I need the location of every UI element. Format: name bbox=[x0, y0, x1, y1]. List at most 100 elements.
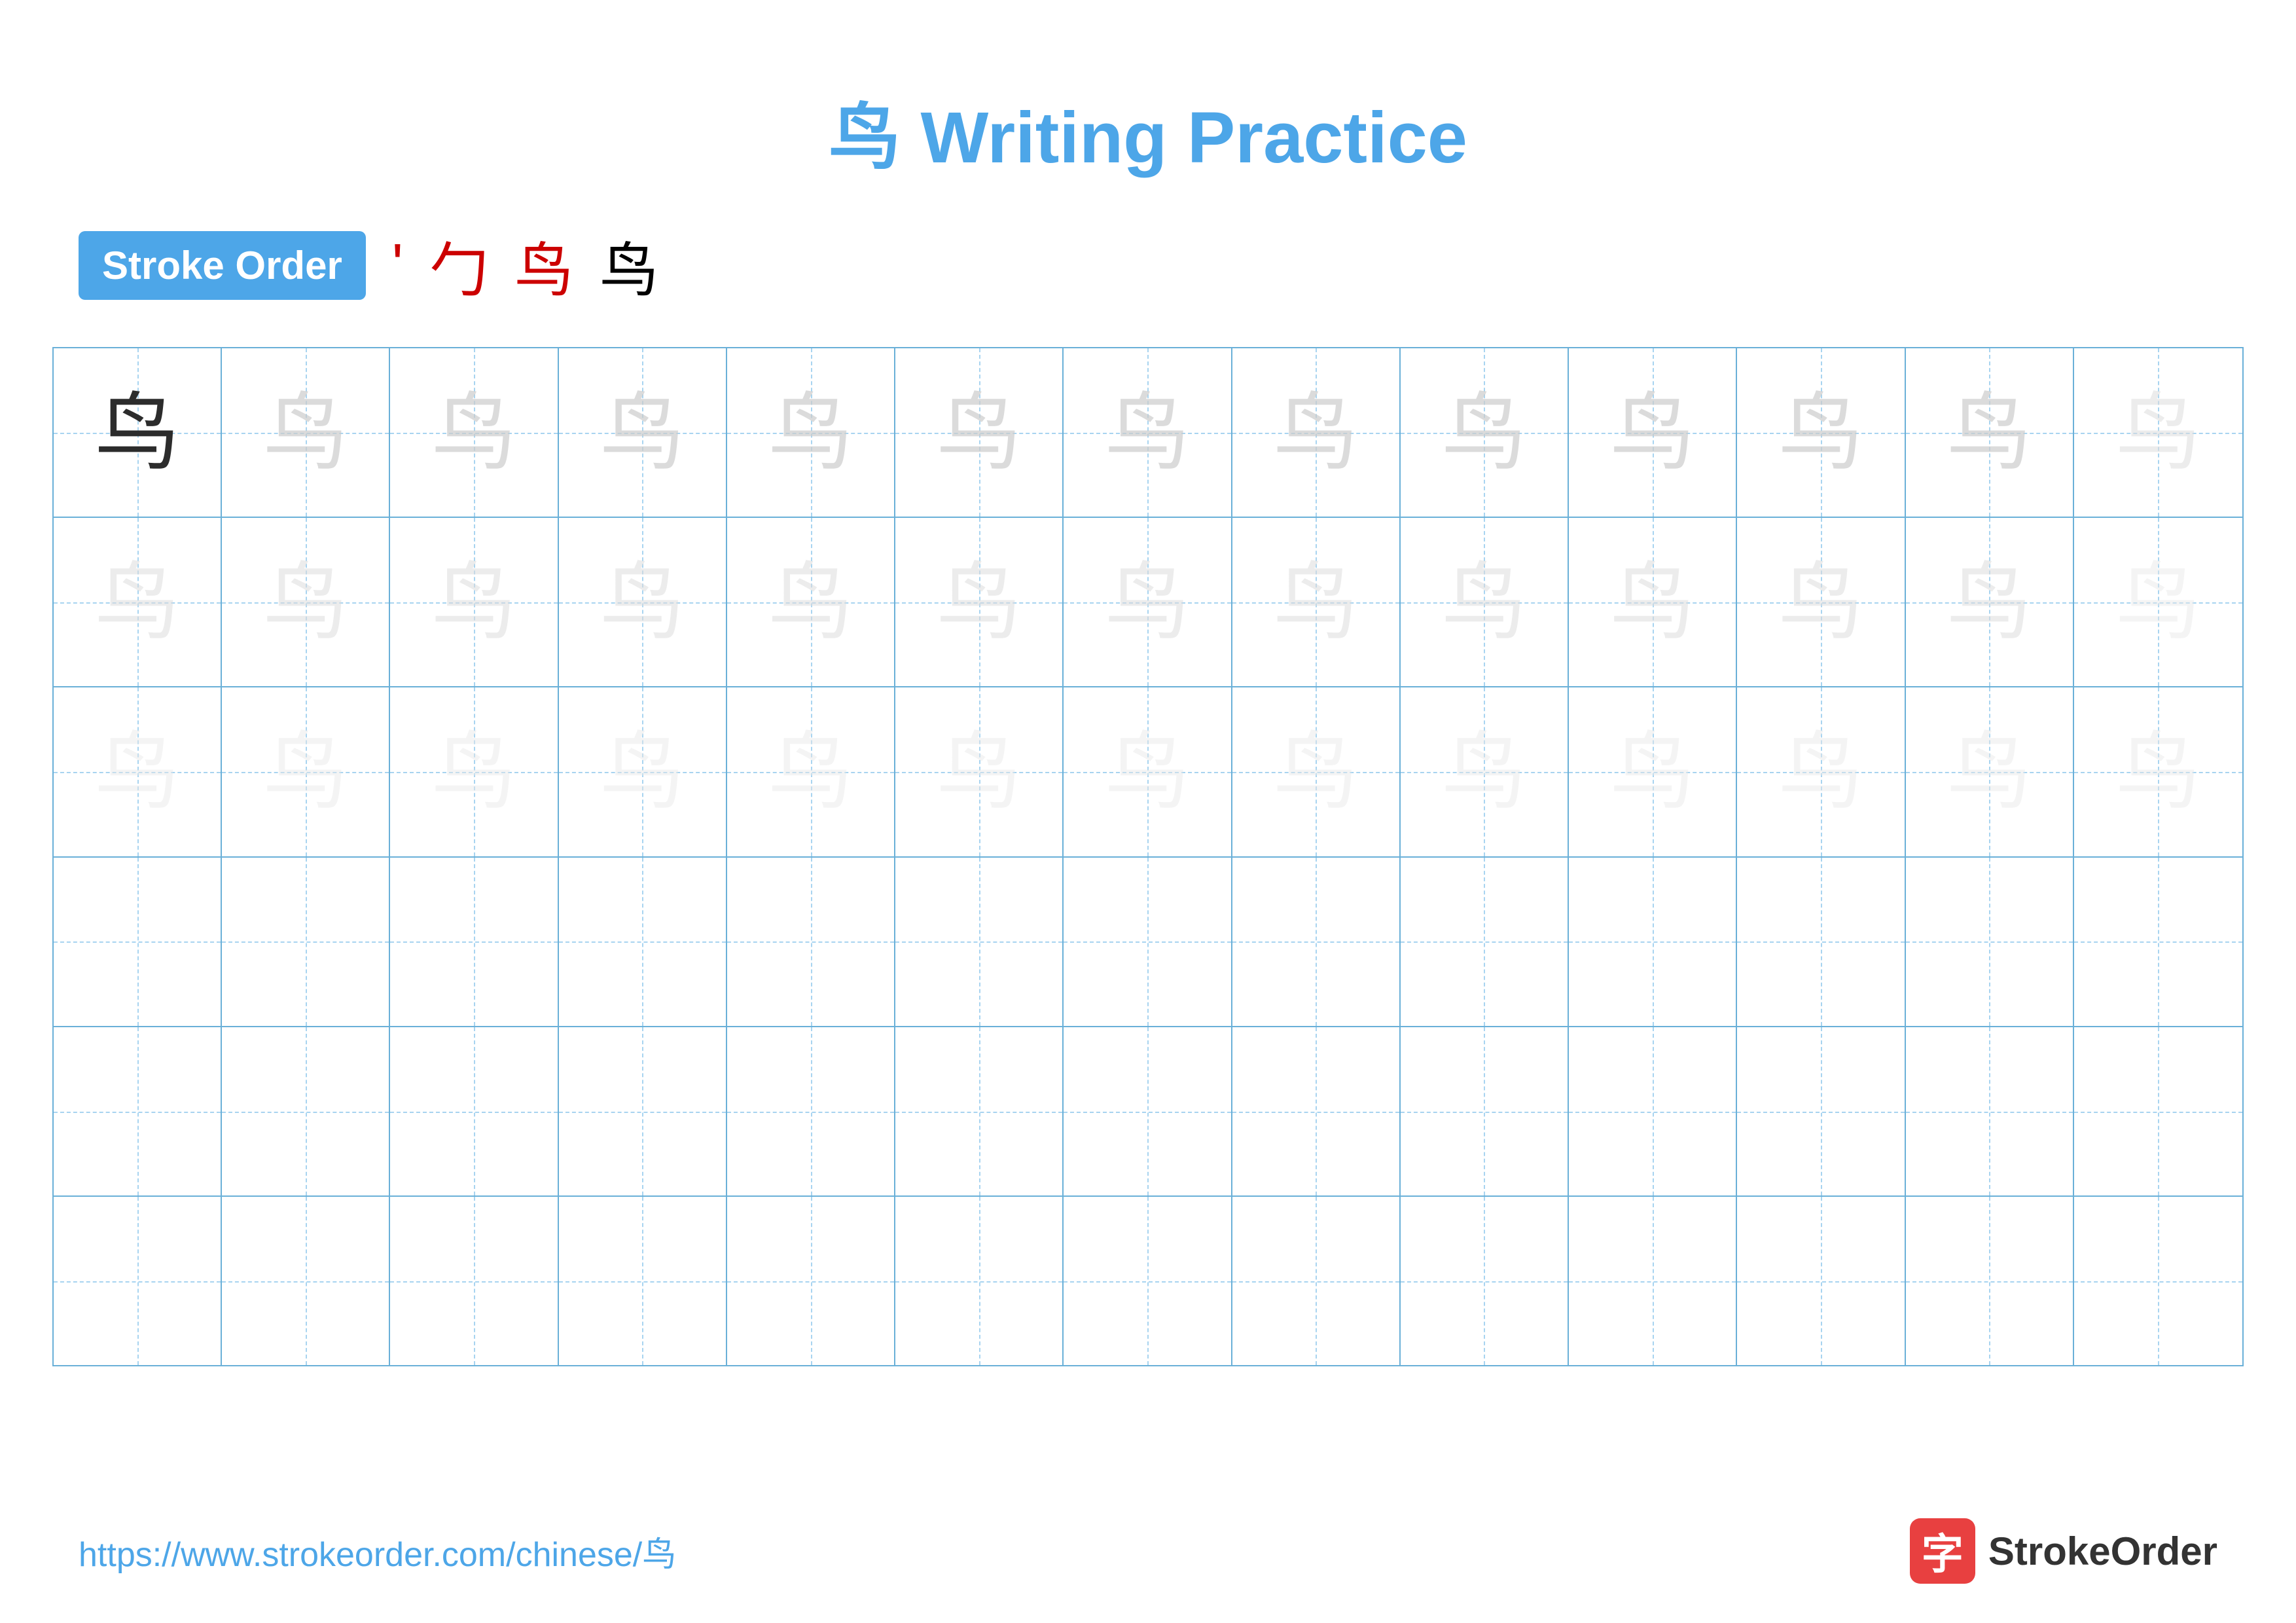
grid-cell[interactable] bbox=[1401, 1197, 1569, 1365]
grid-cell[interactable]: 鸟 bbox=[559, 348, 727, 517]
grid-cell[interactable] bbox=[559, 858, 727, 1026]
page-title: 鸟 Writing Practice bbox=[0, 0, 2296, 223]
grid-cell[interactable] bbox=[1401, 858, 1569, 1026]
stroke-4: 鸟 bbox=[600, 223, 658, 308]
grid-cell[interactable]: 鸟 bbox=[727, 687, 895, 856]
grid-cell[interactable]: 鸟 bbox=[1232, 518, 1401, 686]
grid-cell[interactable]: 鸟 bbox=[390, 348, 558, 517]
grid-cell[interactable]: 鸟 bbox=[1737, 687, 1905, 856]
grid-cell[interactable]: 鸟 bbox=[1064, 687, 1232, 856]
grid-cell[interactable]: 鸟 bbox=[1232, 348, 1401, 517]
character-trace: 鸟 bbox=[600, 729, 685, 814]
grid-cell[interactable]: 鸟 bbox=[222, 687, 390, 856]
stroke-order-badge: Stroke Order bbox=[79, 231, 366, 300]
grid-cell[interactable]: 鸟 bbox=[54, 348, 222, 517]
grid-cell[interactable]: 鸟 bbox=[1737, 518, 1905, 686]
grid-cell[interactable]: 鸟 bbox=[1064, 348, 1232, 517]
grid-cell[interactable] bbox=[222, 1027, 390, 1195]
stroke-3: 鸟 bbox=[514, 223, 573, 308]
grid-cell[interactable] bbox=[559, 1197, 727, 1365]
grid-row-4 bbox=[54, 858, 2242, 1027]
grid-cell[interactable] bbox=[895, 858, 1064, 1026]
grid-cell[interactable] bbox=[222, 858, 390, 1026]
grid-cell[interactable]: 鸟 bbox=[2074, 348, 2242, 517]
grid-cell[interactable] bbox=[390, 1027, 558, 1195]
grid-cell[interactable] bbox=[1064, 858, 1232, 1026]
grid-cell[interactable] bbox=[727, 1197, 895, 1365]
grid-cell[interactable] bbox=[895, 1027, 1064, 1195]
grid-cell[interactable] bbox=[1232, 1197, 1401, 1365]
grid-cell[interactable] bbox=[2074, 858, 2242, 1026]
grid-cell[interactable]: 鸟 bbox=[895, 687, 1064, 856]
grid-cell[interactable] bbox=[1064, 1197, 1232, 1365]
grid-cell[interactable] bbox=[54, 858, 222, 1026]
grid-cell[interactable]: 鸟 bbox=[222, 518, 390, 686]
grid-cell[interactable]: 鸟 bbox=[1401, 687, 1569, 856]
character-trace: 鸟 bbox=[1441, 560, 1526, 645]
grid-cell[interactable]: 鸟 bbox=[1906, 518, 2074, 686]
character-trace: 鸟 bbox=[431, 390, 516, 475]
grid-cell[interactable]: 鸟 bbox=[559, 518, 727, 686]
grid-cell[interactable] bbox=[1569, 1197, 1737, 1365]
grid-cell[interactable] bbox=[1401, 1027, 1569, 1195]
grid-cell[interactable] bbox=[1064, 1027, 1232, 1195]
grid-cell[interactable] bbox=[222, 1197, 390, 1365]
grid-cell[interactable] bbox=[54, 1027, 222, 1195]
grid-cell[interactable]: 鸟 bbox=[390, 687, 558, 856]
grid-cell[interactable]: 鸟 bbox=[895, 518, 1064, 686]
stroke-order-section: Stroke Order ' 勹 鸟 鸟 bbox=[0, 223, 2296, 308]
grid-cell[interactable]: 鸟 bbox=[1569, 348, 1737, 517]
grid-cell[interactable]: 鸟 bbox=[2074, 687, 2242, 856]
grid-cell[interactable]: 鸟 bbox=[1569, 687, 1737, 856]
grid-cell[interactable] bbox=[1569, 1027, 1737, 1195]
grid-cell[interactable] bbox=[1737, 1027, 1905, 1195]
character-trace: 鸟 bbox=[1610, 390, 1695, 475]
grid-cell[interactable] bbox=[1906, 858, 2074, 1026]
grid-cell[interactable] bbox=[54, 1197, 222, 1365]
grid-cell[interactable]: 鸟 bbox=[54, 687, 222, 856]
grid-cell[interactable] bbox=[1737, 858, 1905, 1026]
grid-cell[interactable] bbox=[1737, 1197, 1905, 1365]
grid-cell[interactable] bbox=[2074, 1197, 2242, 1365]
grid-cell[interactable] bbox=[895, 1197, 1064, 1365]
grid-cell[interactable]: 鸟 bbox=[1401, 518, 1569, 686]
grid-cell[interactable]: 鸟 bbox=[727, 348, 895, 517]
grid-cell[interactable]: 鸟 bbox=[1401, 348, 1569, 517]
grid-cell[interactable]: 鸟 bbox=[727, 518, 895, 686]
grid-cell[interactable]: 鸟 bbox=[1232, 687, 1401, 856]
stroke-2: 勹 bbox=[429, 223, 488, 308]
grid-cell[interactable]: 鸟 bbox=[559, 687, 727, 856]
grid-row-5 bbox=[54, 1027, 2242, 1197]
grid-cell[interactable] bbox=[1569, 858, 1737, 1026]
grid-cell[interactable] bbox=[1232, 858, 1401, 1026]
grid-cell[interactable]: 鸟 bbox=[54, 518, 222, 686]
grid-row-2: 鸟 鸟 鸟 鸟 鸟 鸟 鸟 鸟 鸟 鸟 鸟 鸟 bbox=[54, 518, 2242, 687]
grid-cell[interactable] bbox=[390, 1197, 558, 1365]
grid-cell[interactable] bbox=[1232, 1027, 1401, 1195]
character-trace: 鸟 bbox=[1441, 729, 1526, 814]
grid-row-6 bbox=[54, 1197, 2242, 1365]
character-trace: 鸟 bbox=[431, 560, 516, 645]
footer-url-link[interactable]: https://www.strokeorder.com/chinese/鸟 bbox=[79, 1527, 676, 1576]
grid-cell[interactable]: 鸟 bbox=[2074, 518, 2242, 686]
grid-cell[interactable]: 鸟 bbox=[390, 518, 558, 686]
grid-cell[interactable] bbox=[727, 858, 895, 1026]
grid-cell[interactable] bbox=[559, 1027, 727, 1195]
grid-cell[interactable]: 鸟 bbox=[1906, 348, 2074, 517]
grid-cell[interactable] bbox=[727, 1027, 895, 1195]
grid-cell[interactable] bbox=[1906, 1197, 2074, 1365]
grid-cell[interactable]: 鸟 bbox=[1569, 518, 1737, 686]
grid-cell[interactable] bbox=[2074, 1027, 2242, 1195]
grid-cell[interactable]: 鸟 bbox=[1737, 348, 1905, 517]
grid-cell[interactable]: 鸟 bbox=[1064, 518, 1232, 686]
grid-cell[interactable] bbox=[1906, 1027, 2074, 1195]
grid-cell[interactable]: 鸟 bbox=[1906, 687, 2074, 856]
logo-text: StrokeOrder bbox=[1988, 1529, 2217, 1574]
grid-cell[interactable] bbox=[390, 858, 558, 1026]
character-trace: 鸟 bbox=[1946, 390, 2032, 475]
character-trace: 鸟 bbox=[1273, 390, 1358, 475]
grid-cell[interactable]: 鸟 bbox=[895, 348, 1064, 517]
grid-row-3: 鸟 鸟 鸟 鸟 鸟 鸟 鸟 鸟 鸟 鸟 鸟 鸟 bbox=[54, 687, 2242, 857]
character-trace: 鸟 bbox=[1273, 560, 1358, 645]
grid-cell[interactable]: 鸟 bbox=[222, 348, 390, 517]
